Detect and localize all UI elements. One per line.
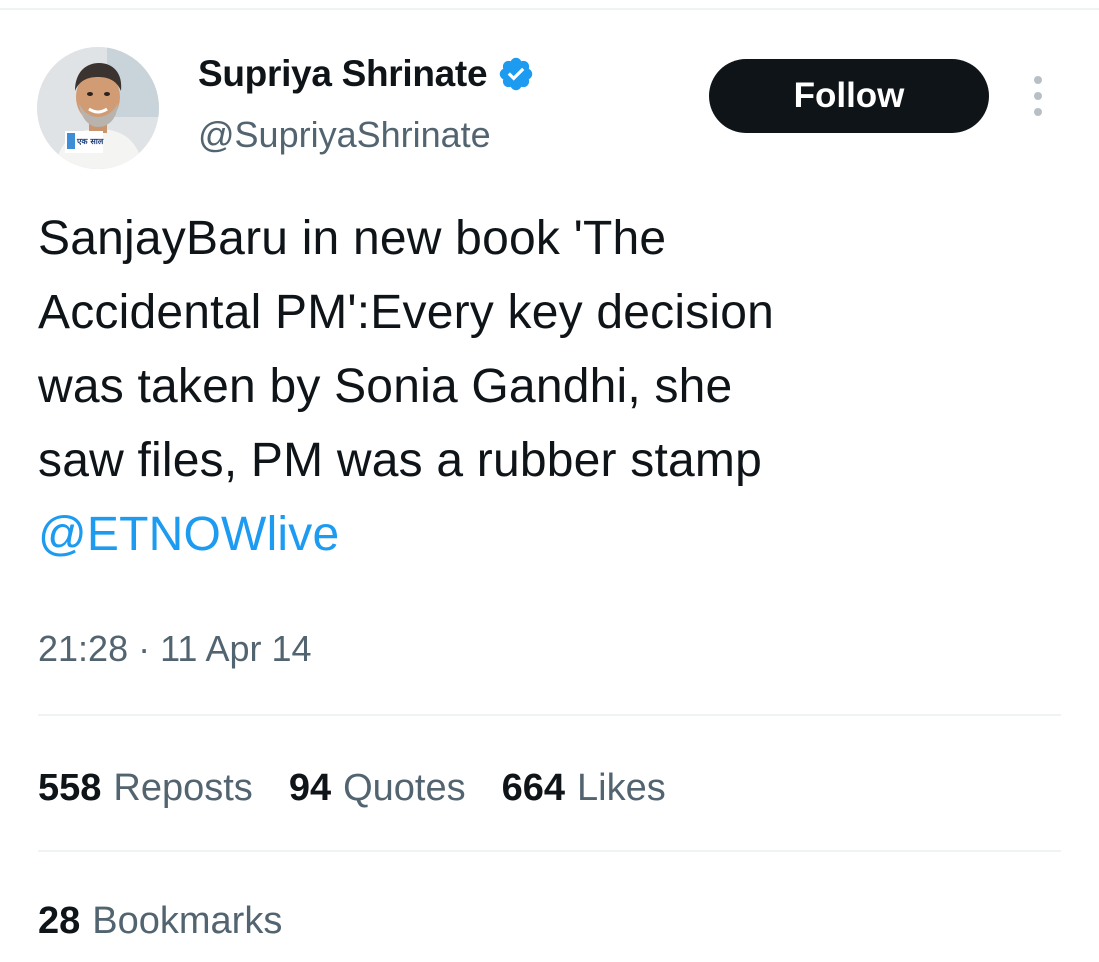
reposts-label: Reposts — [113, 767, 253, 809]
more-options-icon[interactable] — [1024, 72, 1052, 120]
bookmarks-stat[interactable]: 28 Bookmarks — [38, 895, 282, 947]
likes-label: Likes — [577, 767, 666, 809]
svg-text:एक साल: एक साल — [76, 137, 104, 146]
author-display-name[interactable]: Supriya Shrinate — [198, 50, 488, 98]
tweet-text-line: was taken by Sonia Gandhi, she — [38, 360, 733, 413]
avatar-image: एक साल — [37, 47, 159, 169]
follow-button[interactable]: Follow — [709, 59, 989, 133]
tweet-timestamp[interactable]: 21:28 · 11 Apr 14 — [38, 624, 312, 674]
quotes-count: 94 — [288, 767, 332, 809]
quotes-stat[interactable]: 94 Quotes — [289, 762, 466, 814]
author-name-row: Supriya Shrinate — [198, 50, 535, 98]
quotes-label: Quotes — [343, 767, 466, 809]
more-dot — [1034, 108, 1042, 116]
tweet-text-line: saw files, PM was a rubber stamp — [38, 434, 762, 487]
author-handle[interactable]: @SupriyaShrinate — [198, 112, 491, 158]
more-dot — [1034, 76, 1042, 84]
mention-link[interactable]: @ETNOWlive — [38, 498, 1028, 572]
avatar[interactable]: एक साल — [37, 47, 159, 169]
divider — [38, 714, 1061, 716]
engagement-stats: 558 Reposts 94 Quotes 664 Likes — [38, 762, 666, 814]
more-dot — [1034, 92, 1042, 100]
top-divider — [0, 8, 1099, 10]
bookmarks-label: Bookmarks — [92, 900, 283, 942]
bookmarks-count: 28 — [38, 900, 81, 942]
reposts-count: 558 — [38, 767, 102, 809]
reposts-stat[interactable]: 558 Reposts — [38, 762, 253, 814]
tweet-text: SanjayBaru in new book 'The Accidental P… — [38, 202, 1028, 572]
tweet-text-line: SanjayBaru in new book 'The — [38, 212, 667, 265]
verified-badge-icon — [500, 57, 533, 91]
divider — [38, 850, 1061, 852]
likes-count: 664 — [501, 767, 566, 809]
likes-stat[interactable]: 664 Likes — [502, 762, 666, 814]
tweet-text-line: Accidental PM':Every key decision — [38, 286, 775, 339]
